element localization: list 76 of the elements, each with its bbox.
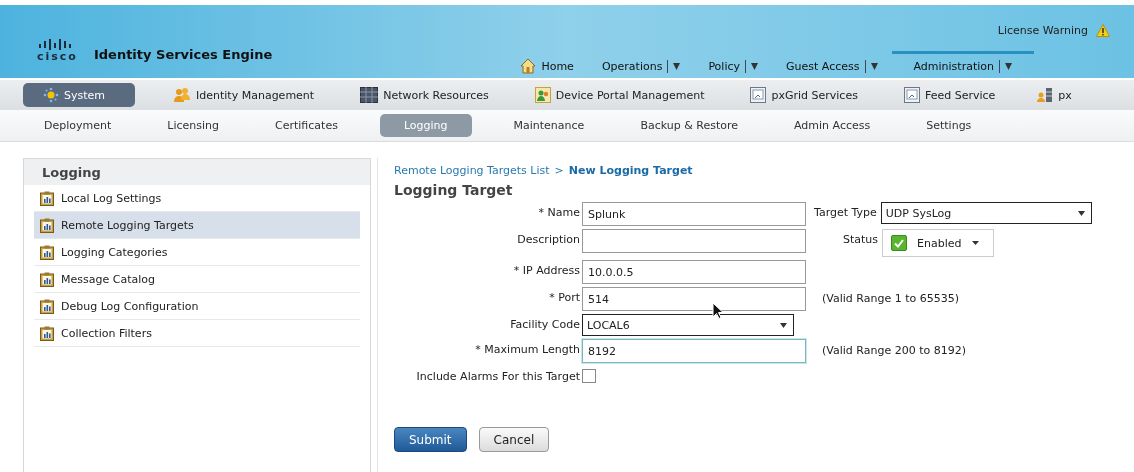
- submit-button[interactable]: Submit: [394, 427, 467, 452]
- caret-icon: [673, 62, 681, 70]
- form-title: Logging Target: [394, 182, 514, 198]
- field-label: Target Type: [814, 205, 877, 219]
- panel-title: Logging: [24, 159, 370, 185]
- cisco-logo-text: cisco: [37, 51, 78, 62]
- text-field[interactable]: 10.0.0.5: [582, 260, 806, 284]
- sidebar-item[interactable]: Debug Log Configuration: [34, 293, 360, 320]
- status-dropdown[interactable]: Enabled: [882, 229, 994, 257]
- sub-tab[interactable]: Settings: [912, 114, 986, 137]
- caret-icon: [751, 62, 759, 70]
- select-field[interactable]: UDP SysLog: [880, 202, 1092, 224]
- sidebar-item[interactable]: Logging Categories: [34, 239, 360, 266]
- select-field[interactable]: LOCAL6: [582, 314, 794, 336]
- field-label: * Port: [548, 290, 580, 304]
- nav-tab[interactable]: Home: [506, 51, 588, 78]
- clipboard-icon: [40, 298, 54, 314]
- sub-tab[interactable]: Deployment: [30, 114, 126, 137]
- sparkle-icon: [43, 87, 59, 103]
- clipboard-icon: [40, 271, 54, 287]
- cursor-icon: [712, 302, 724, 320]
- license-warning-link[interactable]: License Warning: [997, 23, 1088, 37]
- section-tab[interactable]: pxGrid Services: [742, 83, 866, 107]
- sub-tab[interactable]: Backup & Restore: [626, 114, 752, 137]
- sidebar-item[interactable]: Remote Logging Targets: [34, 212, 360, 239]
- people-icon: [534, 87, 551, 103]
- field-label: Description: [516, 232, 580, 246]
- grid-icon: [360, 87, 379, 103]
- product-title: Identity Services Engine: [93, 47, 273, 62]
- caret-icon: [870, 62, 878, 70]
- text-field[interactable]: 514: [582, 287, 806, 311]
- range-hint: (Valid Range 200 to 8192): [821, 343, 966, 357]
- nav-tab[interactable]: Operations: [587, 51, 695, 78]
- caret-icon: [1005, 62, 1012, 70]
- home-icon: [520, 58, 537, 74]
- window-icon: [903, 87, 920, 103]
- breadcrumb-separator: >: [554, 163, 564, 177]
- field-label: * Maximum Length: [474, 342, 580, 356]
- sidebar-item[interactable]: Message Catalog: [34, 266, 360, 293]
- caret-icon: [971, 241, 979, 245]
- text-field[interactable]: [582, 229, 806, 253]
- sub-tab[interactable]: Maintenance: [499, 114, 599, 137]
- field-label: Include Alarms For this Target: [415, 369, 580, 383]
- clipboard-icon: [40, 217, 54, 233]
- section-tab[interactable]: Identity Management: [165, 83, 323, 107]
- clipboard-icon: [40, 325, 54, 341]
- field-label: Status: [843, 232, 879, 246]
- nav-tab[interactable]: Guest Access: [772, 51, 892, 78]
- nav-tab[interactable]: Policy: [694, 51, 773, 78]
- caret-icon: [1077, 210, 1085, 216]
- section-tab[interactable]: System: [23, 83, 136, 107]
- clipboard-icon: [40, 190, 54, 206]
- field-label: * Name: [537, 205, 580, 219]
- section-tab[interactable]: Network Resources: [352, 83, 497, 107]
- sub-tab[interactable]: Licensing: [153, 114, 233, 137]
- section-tab[interactable]: Feed Service: [895, 83, 1004, 107]
- checkbox[interactable]: [891, 235, 908, 251]
- window-icon: [750, 87, 767, 103]
- caret-icon: [780, 322, 787, 328]
- sub-tab[interactable]: Certificates: [261, 114, 352, 137]
- field-label: * IP Address: [512, 263, 580, 277]
- cancel-button[interactable]: Cancel: [478, 427, 550, 452]
- breadcrumb-current: New Logging Target: [568, 163, 693, 177]
- field-label: Facility Code: [509, 317, 580, 331]
- section-tab[interactable]: Device Portal Management: [526, 83, 713, 107]
- text-field[interactable]: Splunk: [582, 202, 806, 226]
- sub-tab[interactable]: Admin Access: [780, 114, 885, 137]
- range-hint: (Valid Range 1 to 65535): [821, 291, 959, 305]
- people-icon: [173, 87, 192, 103]
- section-tab[interactable]: px: [1029, 83, 1072, 107]
- text-field[interactable]: 8192: [582, 339, 806, 363]
- clipboard-icon: [40, 244, 54, 260]
- checkbox[interactable]: [582, 369, 596, 383]
- warning-icon: [1096, 23, 1110, 37]
- sidebar-item[interactable]: Collection Filters: [34, 320, 360, 347]
- breadcrumb-link[interactable]: Remote Logging Targets List: [394, 163, 550, 177]
